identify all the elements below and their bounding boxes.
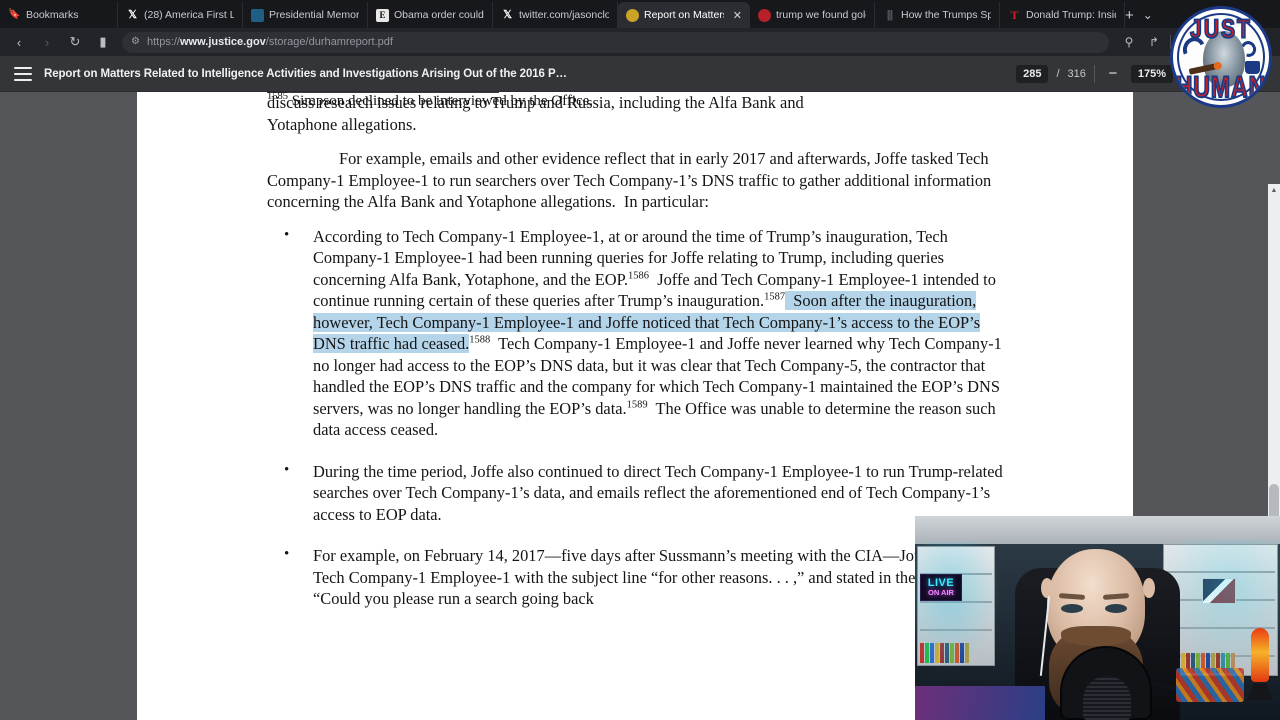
divider xyxy=(1093,64,1095,83)
live-on-air-sign: LIVE ON AIR xyxy=(920,574,962,601)
footnote-number: 1585 xyxy=(267,92,288,102)
bookmarks-label: Bookmarks xyxy=(26,9,79,21)
page-separator: / xyxy=(1056,67,1060,80)
tab-how-the-trumps-spent[interactable]: ||| How the Trumps Spent N xyxy=(875,2,1000,28)
footnote-ref-1588[interactable]: 1588 xyxy=(469,335,490,346)
t-icon: T xyxy=(1010,8,1019,22)
paragraph-continued-line2: Yotaphone allegations. xyxy=(267,114,417,134)
footnote-ref-1586[interactable]: 1586 xyxy=(628,270,649,281)
search-engine-icon xyxy=(758,8,771,22)
address-bar[interactable]: ⚙ https://www.justice.gov/storage/durham… xyxy=(122,31,1109,53)
hamburger-menu-icon[interactable] xyxy=(14,66,32,81)
back-button[interactable]: ‹ xyxy=(6,30,32,54)
bookmarks-button[interactable]: 🔖 Bookmarks xyxy=(0,2,118,28)
tab-label: Report on Matters Re xyxy=(644,9,724,21)
news-icon: E xyxy=(376,8,389,22)
share-icon[interactable]: ↱ xyxy=(1142,31,1166,53)
tab-twitter-jasoncloning[interactable]: 𝕏 twitter.com/jasoncloning xyxy=(493,2,618,28)
page-number-input[interactable]: 285 xyxy=(1016,64,1049,83)
x-twitter-icon: 𝕏 xyxy=(503,8,512,21)
tab-report-on-matters-active[interactable]: Report on Matters Re ✕ xyxy=(618,2,750,28)
webcam-overlay: LIVE ON AIR xyxy=(915,516,1280,720)
tab-label: How the Trumps Spent N xyxy=(901,9,991,21)
bookmark-icon: 🔖 xyxy=(8,9,21,20)
ear xyxy=(1041,578,1053,598)
tab-presidential-memorandum[interactable]: Presidential Memorandum xyxy=(243,2,368,28)
site-settings-tune-icon[interactable]: ⚙ xyxy=(131,37,140,47)
url-text: https://www.justice.gov/storage/durhamre… xyxy=(147,36,393,48)
tab-label: Donald Trump: Inside the xyxy=(1026,9,1116,21)
window-close-icon[interactable]: ✕ xyxy=(1274,2,1280,28)
tab-label: trump we found gold in th xyxy=(776,9,866,21)
on-air-label: ON AIR xyxy=(928,588,954,598)
logo-word-bottom: HUMAN xyxy=(1175,69,1267,105)
browser-nav-bar: ‹ › ↻ ▮ ⚙ https://www.justice.gov/storag… xyxy=(0,28,1280,56)
pdf-page-text[interactable]: discuss research issues relating to Trum… xyxy=(267,92,1007,630)
zoom-search-icon[interactable]: ⚲ xyxy=(1117,31,1141,53)
zoom-level-label[interactable]: 175% xyxy=(1130,64,1173,83)
just-human-logo: JUST HUMAN xyxy=(1170,6,1272,108)
tab-obama-order[interactable]: E Obama order could alter xyxy=(368,2,493,28)
eye xyxy=(1105,604,1127,613)
pdf-viewer-toolbar: Report on Matters Related to Intelligenc… xyxy=(0,56,1280,92)
tab-search-chevron-down-icon[interactable]: ⌄ xyxy=(1134,2,1162,28)
pdf-document-title: Report on Matters Related to Intelligenc… xyxy=(44,67,567,80)
url-domain: www.justice.gov xyxy=(180,36,266,48)
zoom-out-button[interactable]: − xyxy=(1103,66,1123,81)
footnote-1585: 1585 Simpson declined to be interviewed … xyxy=(267,92,593,111)
pdf-doc-icon xyxy=(626,8,639,22)
tab-america-first-legal[interactable]: 𝕏 (28) America First Legal on xyxy=(118,2,243,28)
logo-word-top: JUST xyxy=(1189,14,1252,45)
bullet-item-1: According to Tech Company-1 Employee-1, … xyxy=(267,225,1007,441)
new-tab-button[interactable]: + xyxy=(1125,2,1134,28)
tab-label: twitter.com/jasoncloning xyxy=(519,9,609,21)
image-icon xyxy=(251,8,264,22)
bullet-item-3: For example, on February 14, 2017—five d… xyxy=(267,544,1007,610)
ear xyxy=(1143,578,1155,598)
tab-donald-trump-inside[interactable]: T Donald Trump: Inside the xyxy=(1000,2,1125,28)
url-path: /storage/durhamreport.pdf xyxy=(265,36,393,48)
total-pages-label: 316 xyxy=(1067,67,1086,80)
mustache xyxy=(1061,626,1131,646)
bullet-item-2: During the time period, Joffe also conti… xyxy=(267,460,1007,526)
footnote-ref-1587[interactable]: 1587 xyxy=(764,292,785,303)
tab-trump-we-found-gold[interactable]: trump we found gold in th xyxy=(750,2,875,28)
scroll-up-arrow-icon[interactable]: ▲ xyxy=(1268,184,1280,196)
paragraph-for-example: For example, emails and other evidence r… xyxy=(267,149,992,211)
url-scheme: https:// xyxy=(146,36,180,48)
lego-build xyxy=(1176,668,1244,702)
tab-label: (28) America First Legal on xyxy=(144,9,234,21)
forward-button[interactable]: › xyxy=(34,30,60,54)
tab-label: Obama order could alter xyxy=(394,9,484,21)
bullet-list: According to Tech Company-1 Employee-1, … xyxy=(267,225,1007,610)
x-twitter-icon: 𝕏 xyxy=(128,8,137,21)
ambient-light-left xyxy=(915,542,1001,670)
desk-surface xyxy=(915,686,1045,720)
microphone-grille xyxy=(1083,676,1131,720)
lava-lamp xyxy=(1248,628,1272,700)
bars-icon: ||| xyxy=(886,8,894,21)
tab-label: Presidential Memorandum xyxy=(269,9,359,21)
footnote-ref-1589[interactable]: 1589 xyxy=(627,399,648,410)
reload-button[interactable]: ↻ xyxy=(62,30,88,54)
browser-tab-strip: 🔖 Bookmarks 𝕏 (28) America First Legal o… xyxy=(0,0,1280,28)
footnote-text: Simpson declined to be interviewed by th… xyxy=(291,93,594,109)
tab-close-icon[interactable]: ✕ xyxy=(729,9,742,22)
eye xyxy=(1061,604,1083,613)
bookmark-manager-icon[interactable]: ▮ xyxy=(90,30,116,54)
